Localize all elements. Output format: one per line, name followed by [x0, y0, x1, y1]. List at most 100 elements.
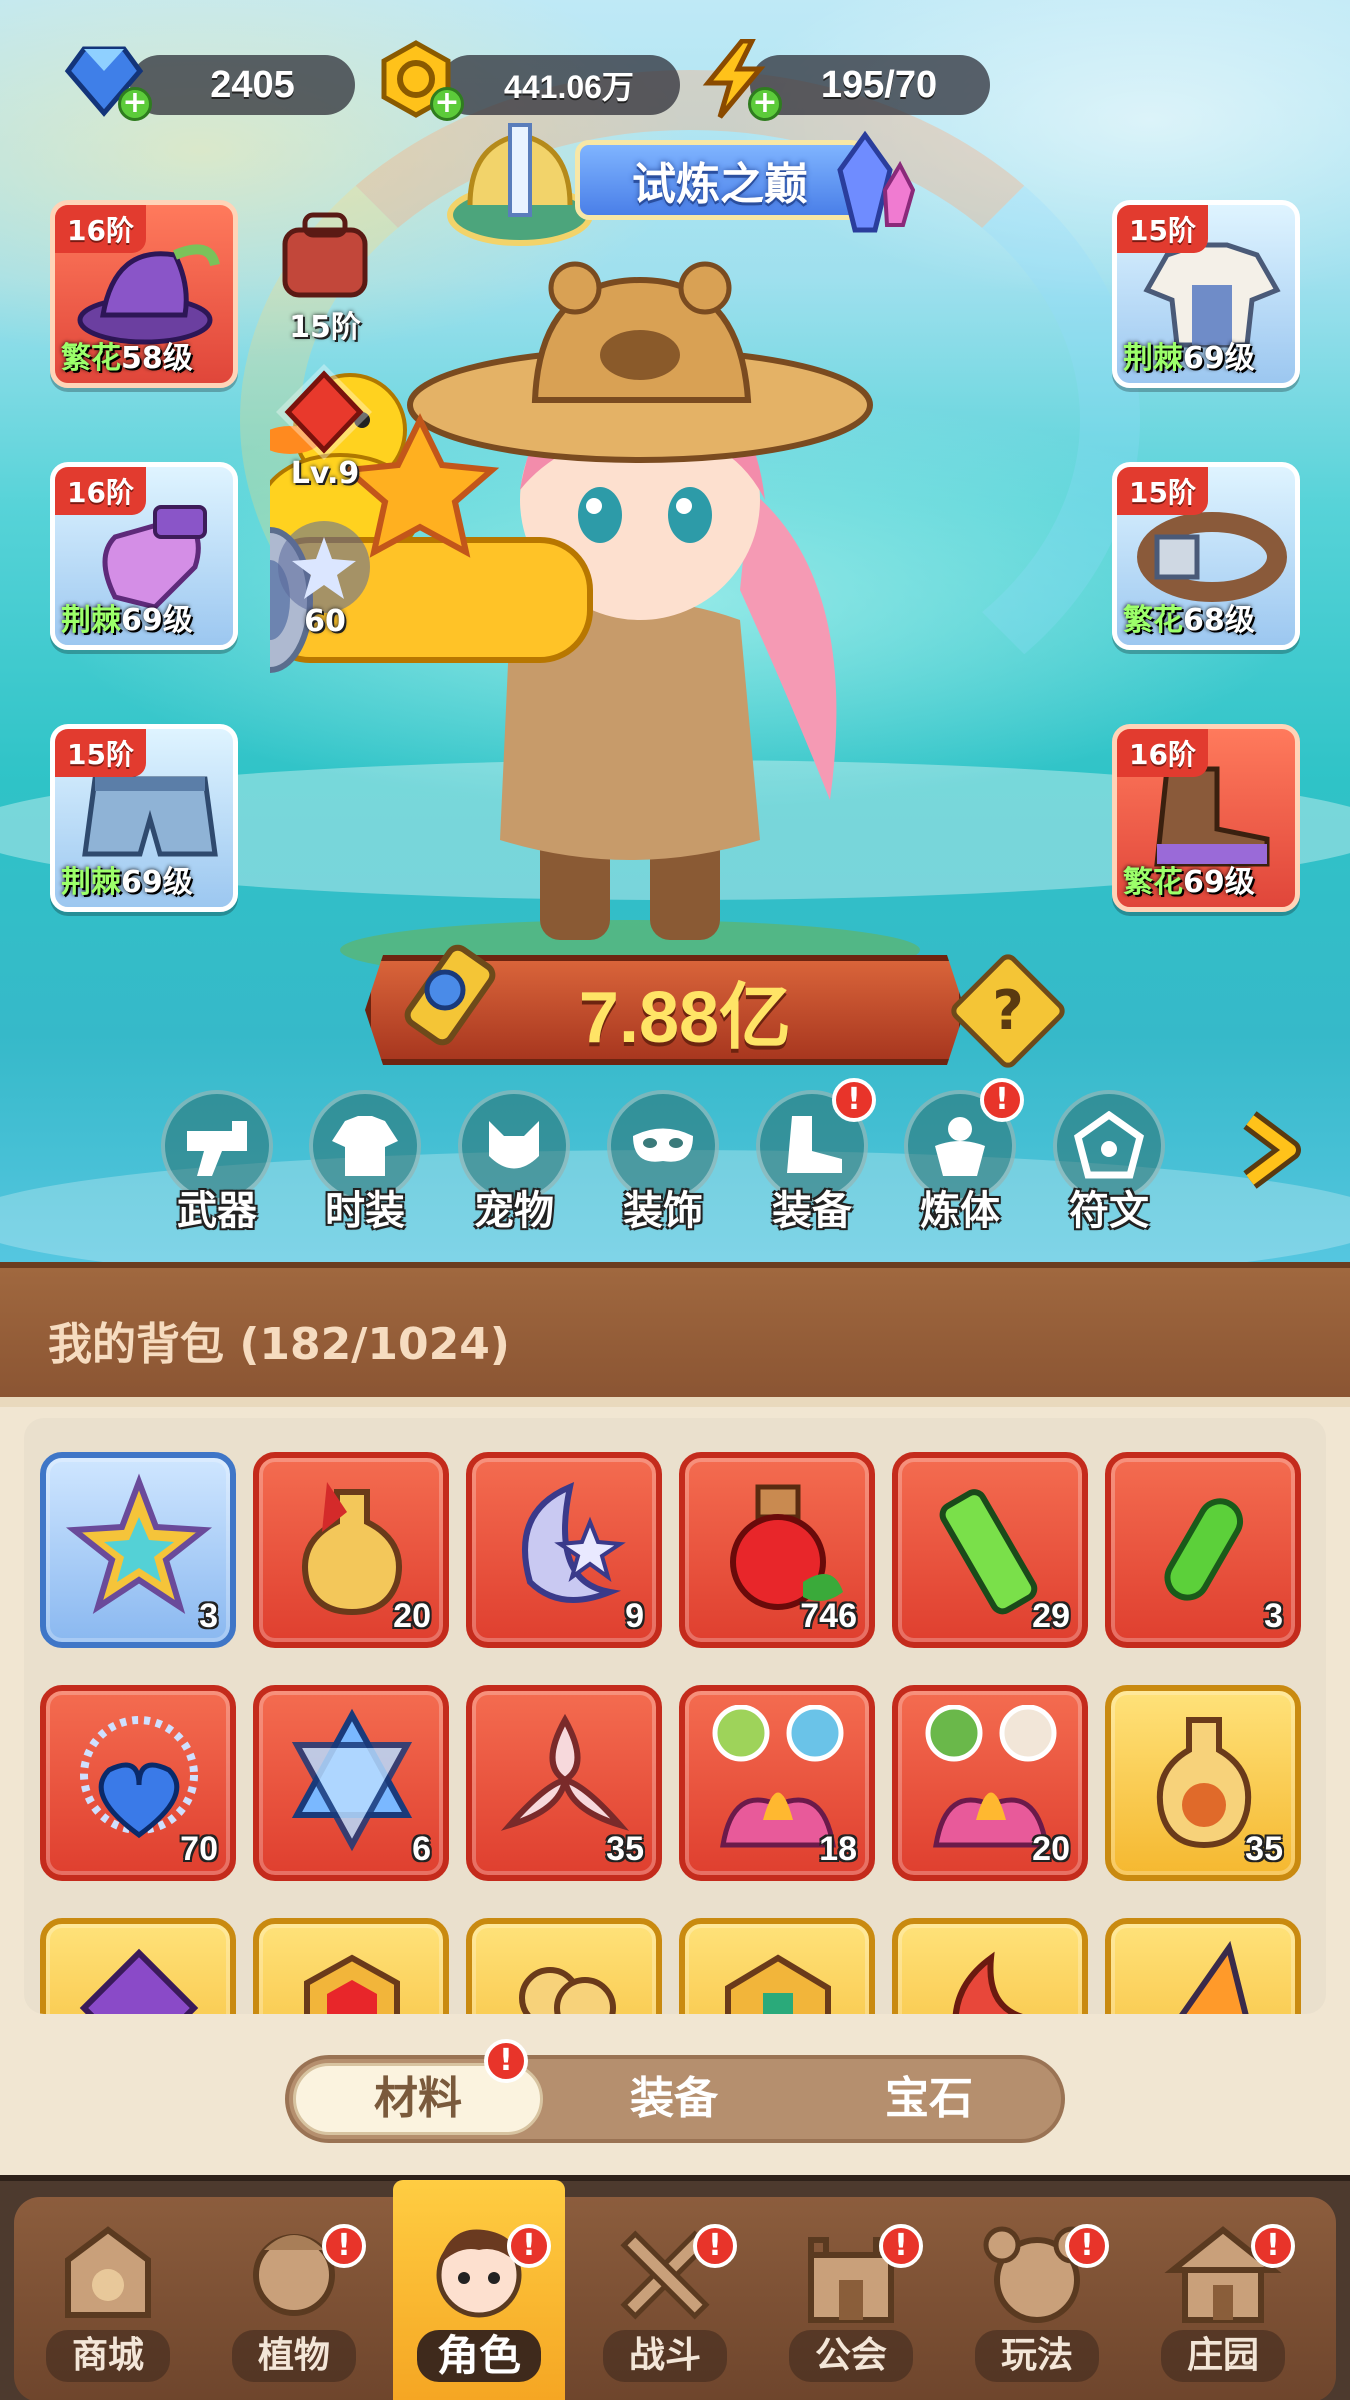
slot-tier: 15阶 [1117, 467, 1208, 515]
power-help-button[interactable]: ? [947, 950, 1069, 1072]
item-count: 35 [1245, 1830, 1283, 1868]
nav-gameplay[interactable]: 玩法 ! [951, 2180, 1123, 2400]
nav-plants[interactable]: 植物 ! [208, 2180, 380, 2400]
backpack-title: 我的背包 (182/1024) [48, 1319, 510, 1370]
character-scene: 2405 + 441.06万 + 195/70 + 试炼之巅 16阶 繁花58级… [0, 0, 1350, 1262]
question-icon: ? [992, 979, 1024, 1042]
backpack-item[interactable] [1105, 1918, 1301, 2014]
slot-tier: 16阶 [55, 467, 146, 515]
backpack-item[interactable]: 35 [466, 1685, 662, 1881]
energy-counter[interactable]: 195/70 [750, 55, 990, 115]
backpack-item[interactable] [253, 1918, 449, 2014]
coin-icon[interactable]: + [372, 35, 464, 123]
notification-badge: ! [832, 1078, 876, 1122]
equipment-slot-gloves[interactable]: 16阶 荆棘69级 [50, 462, 238, 650]
menu-label: 武器 [177, 1188, 257, 1234]
backpack-item[interactable] [466, 1918, 662, 2014]
backpack-item[interactable]: 746 [679, 1452, 875, 1648]
notification-badge: ! [879, 2224, 923, 2268]
combat-power-value: 7.88亿 [578, 977, 792, 1058]
slot-quality: 荆棘 [61, 865, 121, 900]
backpack-item[interactable]: 9 [466, 1452, 662, 1648]
gold-ornament-icon [519, 1967, 616, 2014]
notification-badge: ! [322, 2224, 366, 2268]
nav-label: 玩法 [975, 2330, 1099, 2382]
backpack-item[interactable]: 3 [40, 1452, 236, 1648]
backpack-item[interactable]: 18 [679, 1685, 875, 1881]
menu-label: 炼体 [920, 1188, 1000, 1234]
backpack-tabs: 材料 装备 宝石 ! [285, 2039, 1065, 2143]
backpack-item[interactable]: 3 [1105, 1452, 1301, 1648]
banner-title: 试炼之巅 [632, 159, 808, 210]
nav-guild[interactable]: 公会 ! [765, 2180, 937, 2400]
backpack-header: 我的背包 (182/1024) [0, 1262, 1350, 1397]
tab-equipment[interactable]: 装备 [549, 2063, 799, 2135]
equipment-slot-pants[interactable]: 15阶 荆棘69级 [50, 724, 238, 912]
menu-decoration[interactable]: 装饰 [603, 1090, 723, 1234]
backpack-item[interactable] [679, 1918, 875, 2014]
menu-weapon[interactable]: 武器 [157, 1090, 277, 1234]
backpack-item[interactable] [892, 1918, 1088, 2014]
menu-body-training[interactable]: 炼体 ! [900, 1078, 1024, 1234]
lightning-icon[interactable]: + [690, 35, 782, 123]
equipment-slot-hat[interactable]: 16阶 繁花58级 [50, 200, 238, 388]
nav-shop[interactable]: 商城 [22, 2180, 194, 2400]
crystal-icon [837, 130, 915, 233]
slot-tier: 16阶 [1117, 729, 1208, 777]
slot-level-label: 繁花69级 [1123, 857, 1255, 901]
tab-label: 材料 [374, 2073, 462, 2124]
gem-count: 2405 [210, 63, 295, 106]
equipment-slot-boots[interactable]: 16阶 繁花69级 [1112, 724, 1300, 912]
slot-level-label: 荆棘69级 [61, 857, 193, 901]
energy-count: 195/70 [820, 63, 938, 106]
menu-label: 装备 [772, 1188, 852, 1234]
menu-label: 时装 [325, 1188, 405, 1234]
equipment-slot-shirt[interactable]: 15阶 荆棘69级 [1112, 200, 1300, 388]
tab-label: 装备 [630, 2073, 718, 2124]
add-energy-icon[interactable]: + [748, 87, 782, 121]
gold-count: 441.06万 [504, 69, 634, 105]
item-count: 29 [1032, 1597, 1070, 1635]
nav-label: 战斗 [603, 2330, 727, 2382]
notification-badge: ! [1251, 2224, 1295, 2268]
tab-gems[interactable]: 宝石 [804, 2063, 1054, 2135]
slot-tier: 15阶 [1117, 205, 1208, 253]
gem-counter[interactable]: 2405 [130, 55, 355, 115]
backpack-item[interactable]: 29 [892, 1452, 1088, 1648]
backpack-item[interactable]: 6 [253, 1685, 449, 1881]
nav-character[interactable]: 角色 ! [393, 2180, 565, 2400]
menu-pet[interactable]: 宠物 [454, 1090, 574, 1234]
nav-battle[interactable]: 战斗 ! [579, 2180, 751, 2400]
item-count: 70 [180, 1830, 218, 1868]
menu-equipment[interactable]: 装备 ! [752, 1078, 876, 1234]
shop-icon [65, 2226, 151, 2318]
backpack-item[interactable]: 35 [1105, 1685, 1301, 1881]
slot-level-label: 荆棘69级 [61, 595, 193, 639]
equipment-slot-belt[interactable]: 15阶 繁花68级 [1112, 462, 1300, 650]
item-count: 20 [1032, 1830, 1070, 1868]
backpack-item[interactable]: 20 [892, 1685, 1088, 1881]
backpack-tier: 15阶 [289, 310, 361, 345]
menu-fashion[interactable]: 时装 [305, 1090, 425, 1234]
crystal-level: Lv.9 [290, 456, 360, 491]
slot-level: 68级 [1183, 603, 1255, 638]
slot-tier: 15阶 [55, 729, 146, 777]
diamond-icon[interactable]: + [60, 35, 152, 123]
nav-manor[interactable]: 庄园 ! [1137, 2180, 1309, 2400]
backpack-item[interactable] [40, 1918, 236, 2014]
menu-rune[interactable]: 符文 [1049, 1090, 1169, 1234]
red-crystal-icon[interactable] [272, 360, 376, 464]
item-count: 9 [625, 1597, 644, 1635]
backpack-grid: 3 20 9 746 29 3 70 6 35 18 20 35 [24, 1418, 1326, 2014]
item-count: 35 [606, 1830, 644, 1868]
backpack-item[interactable]: 70 [40, 1685, 236, 1881]
gold-counter[interactable]: 441.06万 [440, 55, 680, 115]
menu-label: 宠物 [474, 1188, 554, 1234]
chevron-right-icon[interactable] [1235, 1110, 1305, 1190]
nav-label: 庄园 [1161, 2330, 1285, 2382]
purple-token-icon [79, 1948, 199, 2014]
backpack-item[interactable]: 20 [253, 1452, 449, 1648]
backpack-icon[interactable] [275, 210, 375, 305]
add-gems-icon[interactable]: + [118, 87, 152, 121]
slot-quality: 荆棘 [1123, 341, 1183, 376]
